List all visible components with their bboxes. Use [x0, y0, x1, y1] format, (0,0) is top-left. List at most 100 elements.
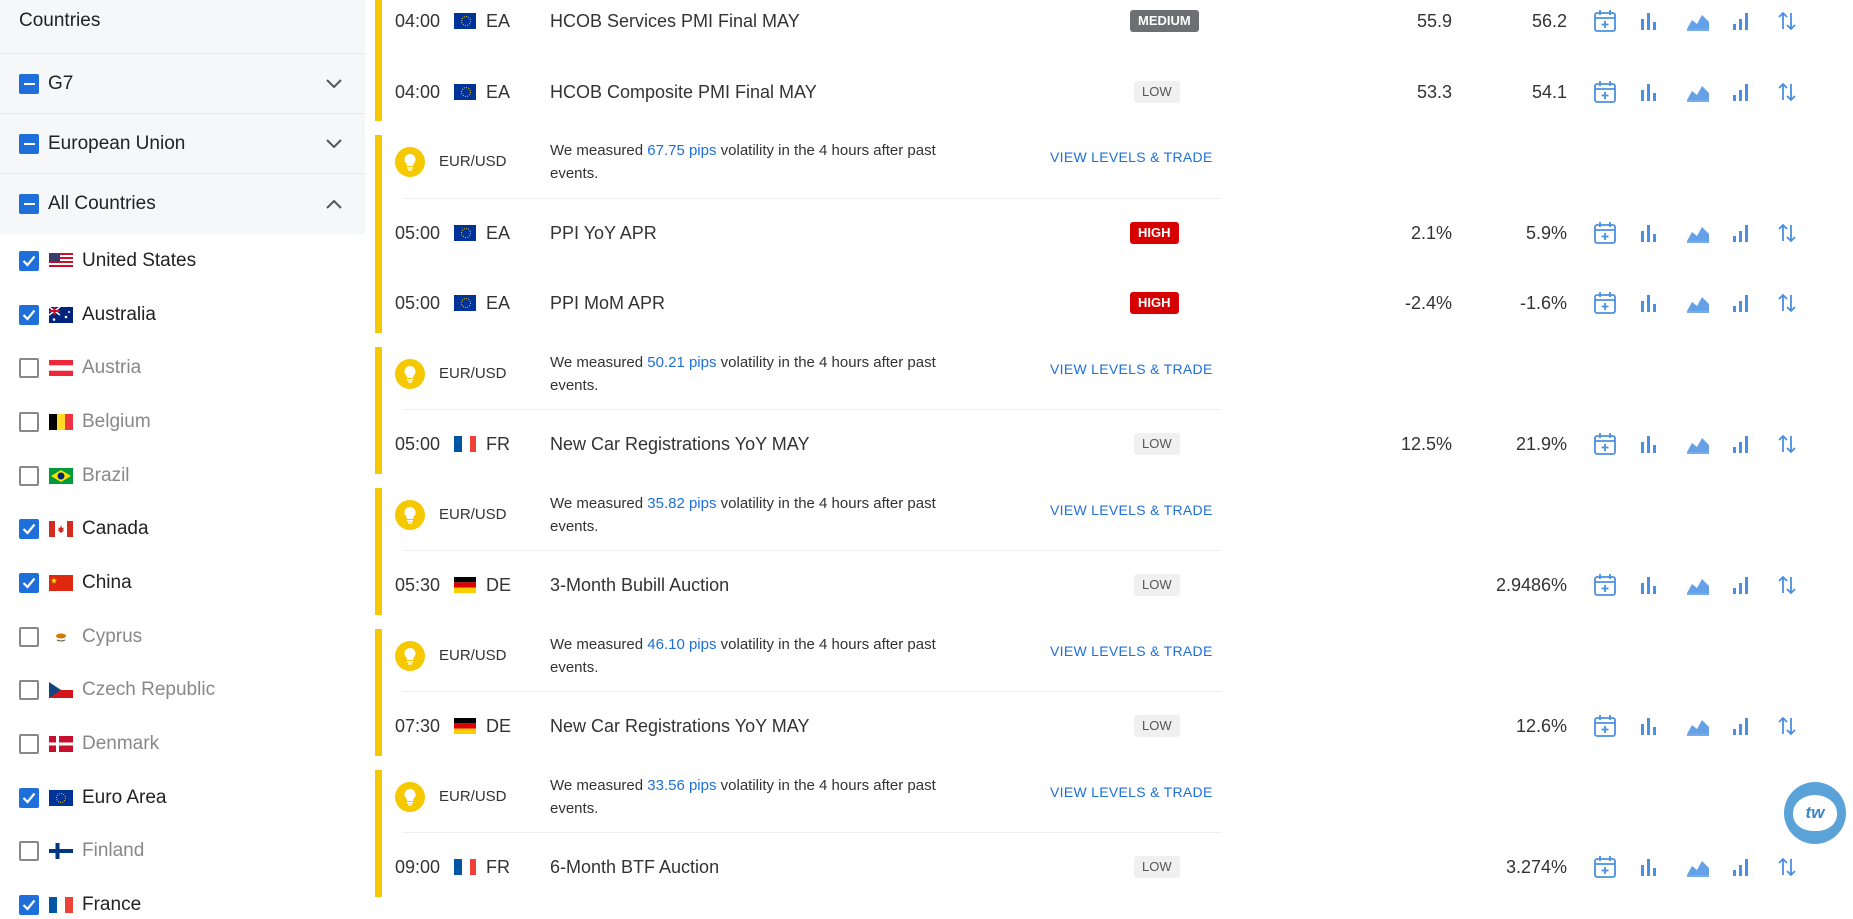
- area-chart-icon[interactable]: [1686, 7, 1732, 35]
- group-g7[interactable]: G7: [0, 54, 365, 114]
- sort-arrows-icon[interactable]: [1778, 7, 1824, 35]
- event-title[interactable]: 3-Month Bubill Auction: [550, 550, 729, 620]
- country-name: Finland: [82, 840, 145, 862]
- area-chart-icon[interactable]: [1686, 219, 1732, 247]
- chevron-down-icon[interactable]: [322, 132, 346, 156]
- country-item[interactable]: France: [0, 878, 365, 919]
- all-countries-checkbox[interactable]: [19, 194, 39, 214]
- event-row[interactable]: 05:30 DE 3-Month Bubill Auction LOW 2.9486%: [372, 550, 1853, 620]
- event-title[interactable]: PPI MoM APR: [550, 268, 665, 338]
- add-calendar-icon[interactable]: [1594, 78, 1640, 106]
- country-item[interactable]: Brazil: [0, 449, 365, 503]
- bar-chart-icon[interactable]: [1640, 78, 1686, 106]
- add-calendar-icon[interactable]: [1594, 430, 1640, 458]
- area-chart-icon[interactable]: [1686, 78, 1732, 106]
- event-row[interactable]: 05:00 EA PPI MoM APR HIGH -2.4% -1.6%: [372, 268, 1853, 338]
- signal-chart-icon[interactable]: [1732, 571, 1778, 599]
- event-title[interactable]: 6-Month BTF Auction: [550, 832, 719, 902]
- signal-chart-icon[interactable]: [1732, 7, 1778, 35]
- signal-chart-icon[interactable]: [1732, 289, 1778, 317]
- area-chart-icon[interactable]: [1686, 853, 1732, 881]
- country-checkbox[interactable]: [19, 519, 39, 540]
- bar-chart-icon[interactable]: [1640, 853, 1686, 881]
- area-chart-icon[interactable]: [1686, 571, 1732, 599]
- country-checkbox[interactable]: [19, 680, 39, 701]
- add-calendar-icon[interactable]: [1594, 219, 1640, 247]
- add-calendar-icon[interactable]: [1594, 853, 1640, 881]
- sort-arrows-icon[interactable]: [1778, 78, 1824, 106]
- event-row[interactable]: 07:30 DE New Car Registrations YoY MAY LOW 1…: [372, 691, 1853, 761]
- chevron-up-icon[interactable]: [322, 192, 346, 216]
- sort-arrows-icon[interactable]: [1778, 219, 1824, 247]
- view-levels-trade-link[interactable]: VIEW LEVELS & TRADE: [1050, 643, 1213, 659]
- country-checkbox[interactable]: [19, 304, 39, 325]
- signal-chart-icon[interactable]: [1732, 219, 1778, 247]
- view-levels-trade-link[interactable]: VIEW LEVELS & TRADE: [1050, 361, 1213, 377]
- area-chart-icon[interactable]: [1686, 289, 1732, 317]
- country-checkbox[interactable]: [19, 734, 39, 755]
- group-european-union[interactable]: European Union: [0, 114, 365, 174]
- event-row[interactable]: 09:00 FR 6-Month BTF Auction LOW 3.274%: [372, 832, 1853, 902]
- previous-value: 3.274%: [1505, 857, 1567, 877]
- country-checkbox[interactable]: [19, 572, 39, 593]
- country-checkbox[interactable]: [19, 411, 39, 432]
- event-row[interactable]: 05:00 EA PPI YoY APR HIGH 2.1% 5.9%: [372, 198, 1853, 268]
- country-item[interactable]: United States: [0, 234, 365, 288]
- add-calendar-icon[interactable]: [1594, 7, 1640, 35]
- country-checkbox[interactable]: [19, 626, 39, 647]
- g7-checkbox[interactable]: [19, 73, 39, 94]
- country-item[interactable]: Denmark: [0, 717, 365, 771]
- pips-value: 50.21 pips: [647, 353, 717, 371]
- european-union-checkbox[interactable]: [19, 133, 39, 154]
- bar-chart-icon[interactable]: [1640, 430, 1686, 458]
- country-checkbox[interactable]: [19, 787, 39, 808]
- country-item[interactable]: China: [0, 556, 365, 610]
- country-item[interactable]: Finland: [0, 825, 365, 879]
- country-item[interactable]: Cyprus: [0, 610, 365, 664]
- event-row[interactable]: 05:00 FR New Car Registrations YoY MAY LOW 1…: [372, 409, 1853, 479]
- bar-chart-icon[interactable]: [1640, 289, 1686, 317]
- event-title[interactable]: HCOB Services PMI Final MAY: [550, 0, 800, 56]
- country-checkbox[interactable]: [19, 358, 39, 379]
- bar-chart-icon[interactable]: [1640, 712, 1686, 740]
- country-item[interactable]: Austria: [0, 341, 365, 395]
- country-checkbox[interactable]: [19, 841, 39, 862]
- bar-chart-icon[interactable]: [1640, 571, 1686, 599]
- sort-arrows-icon[interactable]: [1778, 571, 1824, 599]
- chat-widget-button[interactable]: tw: [1784, 782, 1846, 844]
- bar-chart-icon[interactable]: [1640, 219, 1686, 247]
- event-title[interactable]: PPI YoY APR: [550, 198, 657, 268]
- country-item[interactable]: Australia: [0, 288, 365, 342]
- sort-arrows-icon[interactable]: [1778, 853, 1824, 881]
- signal-chart-icon[interactable]: [1732, 853, 1778, 881]
- view-levels-trade-link[interactable]: VIEW LEVELS & TRADE: [1050, 784, 1213, 800]
- sort-arrows-icon[interactable]: [1778, 289, 1824, 317]
- sort-arrows-icon[interactable]: [1778, 430, 1824, 458]
- view-levels-trade-link[interactable]: VIEW LEVELS & TRADE: [1050, 502, 1213, 518]
- add-calendar-icon[interactable]: [1594, 289, 1640, 317]
- area-chart-icon[interactable]: [1686, 712, 1732, 740]
- sort-arrows-icon[interactable]: [1778, 712, 1824, 740]
- signal-chart-icon[interactable]: [1732, 78, 1778, 106]
- country-item[interactable]: Belgium: [0, 395, 365, 449]
- signal-chart-icon[interactable]: [1732, 430, 1778, 458]
- add-calendar-icon[interactable]: [1594, 712, 1640, 740]
- country-item[interactable]: Canada: [0, 502, 365, 556]
- event-title[interactable]: HCOB Composite PMI Final MAY: [550, 57, 817, 127]
- event-row[interactable]: 04:00 EA HCOB Services PMI Final MAY MEDIUM…: [372, 0, 1853, 56]
- bar-chart-icon[interactable]: [1640, 7, 1686, 35]
- area-chart-icon[interactable]: [1686, 430, 1732, 458]
- country-checkbox[interactable]: [19, 465, 39, 486]
- event-row[interactable]: 04:00 EA HCOB Composite PMI Final MAY LOW 53…: [372, 57, 1853, 127]
- add-calendar-icon[interactable]: [1594, 571, 1640, 599]
- country-item[interactable]: Czech Republic: [0, 664, 365, 718]
- country-item[interactable]: Euro Area: [0, 771, 365, 825]
- group-all-countries[interactable]: All Countries: [0, 174, 365, 234]
- signal-chart-icon[interactable]: [1732, 712, 1778, 740]
- event-title[interactable]: New Car Registrations YoY MAY: [550, 409, 809, 479]
- event-title[interactable]: New Car Registrations YoY MAY: [550, 691, 809, 761]
- chevron-down-icon[interactable]: [322, 72, 346, 96]
- view-levels-trade-link[interactable]: VIEW LEVELS & TRADE: [1050, 149, 1213, 165]
- country-checkbox[interactable]: [19, 250, 39, 271]
- country-checkbox[interactable]: [19, 895, 39, 916]
